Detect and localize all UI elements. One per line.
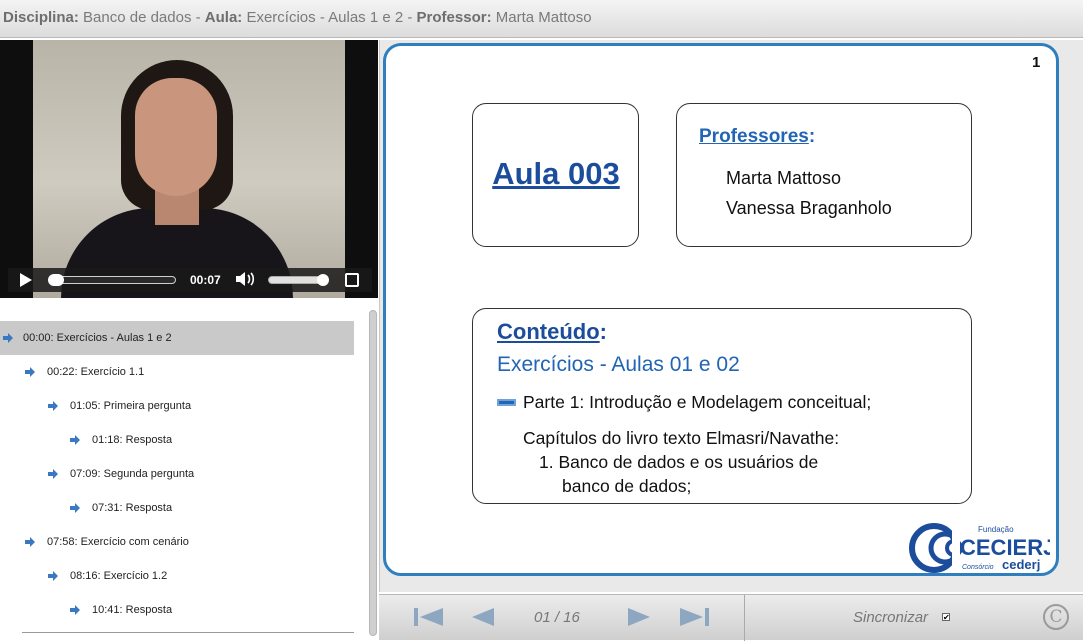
item1-line1: 1. Banco de dados e os usuários de <box>539 452 819 472</box>
slide-navigation: 01 / 16 Sincronizar ✔ C <box>379 594 1083 641</box>
aula-value: Exercícios - Aulas 1 e 2 - <box>242 9 413 26</box>
slide-number: 1 <box>1032 54 1041 71</box>
aula-box: Aula 003 <box>472 103 639 247</box>
chapter-index: 00:00: Exercícios - Aulas 1 e 2 00:22: Ex… <box>0 300 378 640</box>
conteudo-heading: Conteúdo: <box>497 319 607 345</box>
index-item[interactable]: 07:58: Exercício com cenário <box>25 525 189 559</box>
logo-bottom-small: Consórcio <box>962 564 994 571</box>
slide: 1 Aula 003 Professores: Marta Mattoso Va… <box>383 43 1059 576</box>
index-item[interactable]: 07:09: Segunda pergunta <box>48 457 194 491</box>
play-icon[interactable] <box>20 273 32 287</box>
disciplina-label: Disciplina: <box>3 9 79 26</box>
bullet-icon <box>497 399 516 406</box>
index-item[interactable]: 08:16: Exercício 1.2 <box>48 559 167 593</box>
arrow-right-icon <box>70 503 80 513</box>
nav-divider <box>744 595 745 641</box>
seek-bar[interactable] <box>48 274 176 286</box>
index-item[interactable]: 00:22: Exercício 1.1 <box>25 355 144 389</box>
index-item[interactable]: 00:00: Exercícios - Aulas 1 e 2 <box>0 321 354 355</box>
professores-label: Professores <box>699 126 809 147</box>
presenter-face <box>135 78 217 196</box>
first-slide-icon[interactable] <box>413 607 445 632</box>
index-item-label: 08:16: Exercício 1.2 <box>70 570 168 582</box>
conteudo-subtitle: Exercícios - Aulas 01 e 02 <box>497 353 740 376</box>
professor-name: Vanessa Braganholo <box>726 198 892 218</box>
last-slide-icon[interactable] <box>678 607 710 632</box>
arrow-right-icon <box>48 401 58 411</box>
page-indicator: 01 / 16 <box>534 609 580 626</box>
title-bar: Disciplina: Banco de dados - Aula: Exerc… <box>0 0 1083 38</box>
professores-colon: : <box>808 126 816 147</box>
index-item-label: 01:18: Resposta <box>92 434 173 446</box>
conteudo-label: Conteúdo <box>497 319 600 344</box>
index-item-label: 01:05: Primeira pergunta <box>70 400 192 412</box>
conteudo-colon: : <box>599 319 607 344</box>
professores-box: Professores: Marta Mattoso Vanessa Braga… <box>676 103 972 247</box>
part1-text: Parte 1: Introdução e Modelagem conceitu… <box>523 392 872 412</box>
arrow-right-icon <box>25 367 35 377</box>
professor-label: Professor: <box>416 9 492 26</box>
index-item[interactable]: 01:05: Primeira pergunta <box>48 389 191 423</box>
seek-handle[interactable] <box>48 274 64 286</box>
professor-name: Marta Mattoso <box>726 168 842 188</box>
copyright-icon: C <box>1043 604 1069 630</box>
arrow-right-icon <box>25 537 35 547</box>
index-item-label: 10:41: Resposta <box>92 604 173 616</box>
conteudo-box: Conteúdo: Exercícios - Aulas 01 e 02 Par… <box>472 308 972 504</box>
volume-handle[interactable] <box>317 274 329 286</box>
scrollbar-thumb[interactable] <box>369 310 377 636</box>
logo-bottom-text: cederj <box>1002 557 1040 572</box>
professores-heading: Professores: <box>699 126 815 148</box>
item1-line2: banco de dados; <box>562 476 692 496</box>
volume-icon[interactable] <box>235 271 257 291</box>
index-scrollbar[interactable] <box>369 310 377 636</box>
professor-value: Marta Mattoso <box>491 9 592 26</box>
index-item-label: 00:00: Exercícios - Aulas 1 e 2 <box>23 332 172 344</box>
index-item[interactable]: 10:41: Resposta <box>70 593 172 627</box>
index-item-label: 07:09: Segunda pergunta <box>70 468 195 480</box>
index-item-label: 07:31: Resposta <box>92 502 173 514</box>
next-slide-icon[interactable] <box>627 607 651 632</box>
arrow-right-icon <box>70 605 80 615</box>
aula-label: Aula: <box>204 9 243 26</box>
player-controls: 00:07 <box>8 268 372 292</box>
slide-viewer: 1 Aula 003 Professores: Marta Mattoso Va… <box>379 40 1083 592</box>
video-player[interactable]: 00:07 <box>0 40 378 298</box>
arrow-right-icon <box>48 469 58 479</box>
chapters-text: Capítulos do livro texto Elmasri/Navathe… <box>523 428 840 448</box>
previous-slide-icon[interactable] <box>471 607 495 632</box>
index-item[interactable]: 07:31: Resposta <box>70 491 172 525</box>
index-item-label: 00:22: Exercício 1.1 <box>47 366 145 378</box>
aula-title: Aula 003 <box>492 156 620 191</box>
index-item-label: 07:58: Exercício com cenário <box>47 536 189 548</box>
list-divider <box>22 632 354 633</box>
current-time: 00:07 <box>190 273 221 287</box>
sync-checkbox[interactable]: ✔ <box>942 613 950 622</box>
disciplina-value: Banco de dados - <box>78 9 201 26</box>
arrow-right-icon <box>48 571 58 581</box>
arrow-right-icon <box>70 435 80 445</box>
volume-slider[interactable] <box>268 274 329 286</box>
sync-label: Sincronizar <box>853 609 929 626</box>
arrow-right-icon <box>3 333 13 343</box>
video-frame <box>33 40 345 298</box>
cecierj-logo: Fundação CECIERJ Consórcio cederj <box>909 523 1050 573</box>
logo-top-text: Fundação <box>978 525 1014 534</box>
fullscreen-icon[interactable] <box>345 273 359 287</box>
index-item[interactable]: 01:18: Resposta <box>70 423 172 457</box>
